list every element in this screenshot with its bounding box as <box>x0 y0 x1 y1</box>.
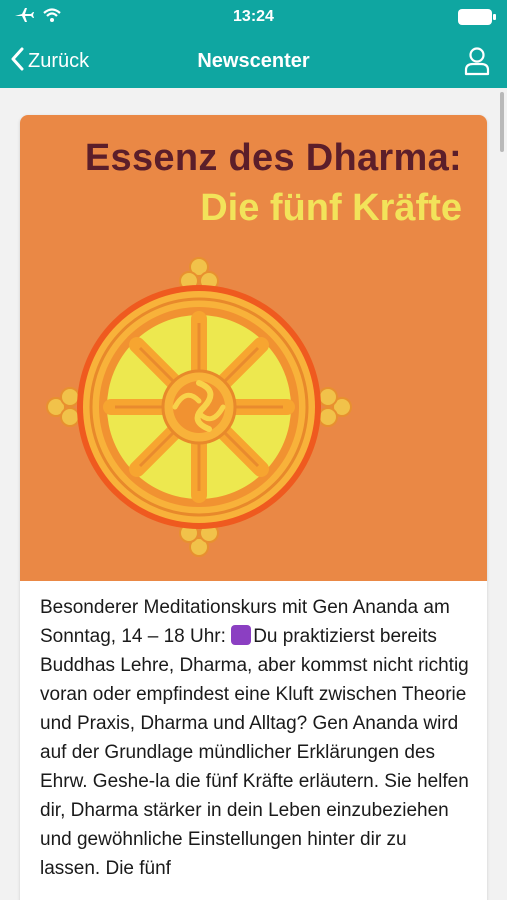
user-icon <box>463 47 491 80</box>
news-feed[interactable]: Essenz des Dharma: Die fünf Kräfte Beson… <box>0 88 507 900</box>
dharma-wheel-emoji-icon <box>231 625 252 645</box>
news-image: Essenz des Dharma: Die fünf Kräfte <box>20 115 487 581</box>
status-time: 13:24 <box>233 8 274 25</box>
battery-icon <box>457 8 497 31</box>
image-title-line2: Die fünf Kräfte <box>200 187 462 229</box>
article-text: Besonderer Meditationskurs mit Gen Anand… <box>40 593 470 883</box>
page-title: Newscenter <box>197 50 310 72</box>
image-title-line1: Essenz des Dharma: <box>84 137 462 179</box>
scrollbar[interactable] <box>500 92 504 152</box>
dharma-wheel-icon <box>46 257 352 557</box>
status-bar: 13:24 <box>0 0 507 34</box>
navigation-bar: Zurück Newscenter <box>0 34 507 88</box>
profile-button[interactable] <box>463 46 491 76</box>
news-card[interactable]: Essenz des Dharma: Die fünf Kräfte Beson… <box>20 115 487 900</box>
article-text-part2: Du praktizierst bereits Buddhas Lehre, D… <box>40 626 469 879</box>
